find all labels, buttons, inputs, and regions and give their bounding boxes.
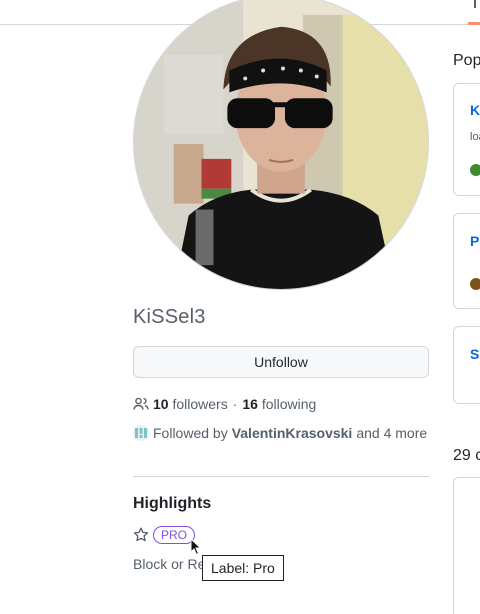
followed-by-more[interactable]: and 4 more <box>356 425 427 441</box>
profile-username: KiSSel3 <box>133 306 206 328</box>
language-color-dot <box>470 164 480 176</box>
repo-name-link[interactable]: Sc <box>470 346 480 362</box>
contributions-heading: 29 c <box>453 447 480 464</box>
active-tab-indicator <box>468 22 480 25</box>
following-label: following <box>261 396 317 412</box>
followed-by-row: Followed by ValentinKrasovski and 4 more <box>133 425 427 441</box>
repo-card: P <box>453 213 480 309</box>
followed-by-user-link[interactable]: ValentinKrasovski <box>232 425 353 441</box>
followers-label: followers <box>172 396 228 412</box>
popular-repositories-heading: Pop <box>453 52 480 69</box>
section-divider <box>133 476 429 477</box>
people-icon <box>133 397 149 410</box>
follow-stats: 10 followers · 16 following <box>133 396 316 412</box>
language-color-dot <box>470 278 480 290</box>
follower-avatar[interactable] <box>133 425 149 441</box>
star-icon <box>133 527 149 542</box>
repo-card: Sc <box>453 326 480 404</box>
highlights-heading: Highlights <box>133 495 212 512</box>
repo-description: loa <box>470 131 480 143</box>
pro-label-tooltip: Label: Pro <box>202 555 284 581</box>
repo-card: K loa <box>453 83 480 196</box>
avatar-photo <box>134 0 428 289</box>
highlights-pro-row: PRO <box>133 526 196 544</box>
block-or-report-link[interactable]: Block or Re <box>133 556 205 572</box>
followers-link[interactable]: 10 followers <box>153 396 228 412</box>
stats-separator: · <box>232 396 238 412</box>
contributions-graph <box>453 477 480 614</box>
following-link[interactable]: 16 following <box>242 396 316 412</box>
pro-badge[interactable]: PRO <box>153 526 196 544</box>
followers-count: 10 <box>153 396 169 412</box>
repo-name-link[interactable]: P <box>470 233 479 249</box>
unfollow-button[interactable]: Unfollow <box>133 346 429 378</box>
followed-by-prefix: Followed by <box>153 425 228 441</box>
following-count: 16 <box>242 396 258 412</box>
tab-icon[interactable] <box>474 0 480 8</box>
repo-name-link[interactable]: K <box>470 102 480 118</box>
mouse-pointer-icon <box>190 538 202 556</box>
profile-avatar[interactable] <box>133 0 429 290</box>
